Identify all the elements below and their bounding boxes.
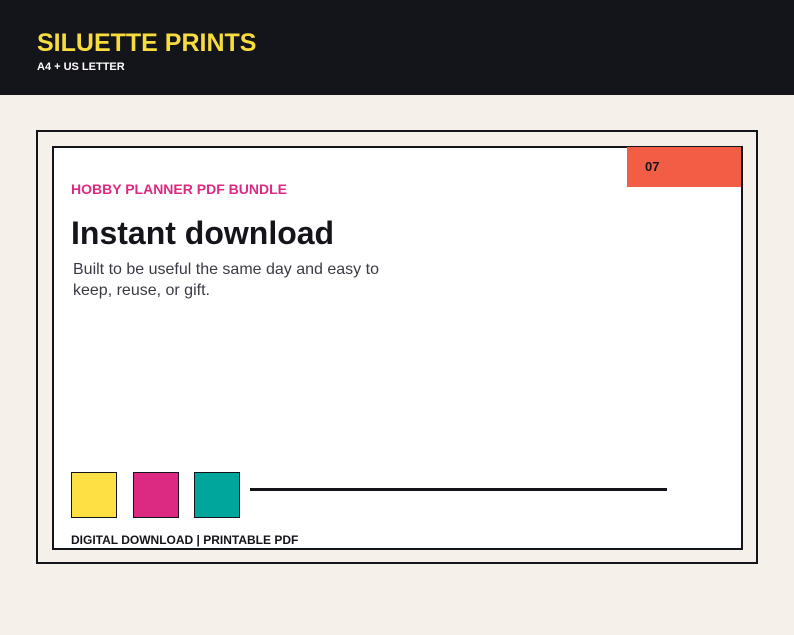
page-number-badge: 07 <box>627 147 741 187</box>
brand-title: SILUETTE PRINTS <box>37 29 257 57</box>
product-eyebrow: HOBBY PLANNER PDF BUNDLE <box>71 181 287 197</box>
description-text: Built to be useful the same day and easy… <box>73 261 379 299</box>
color-swatch-magenta <box>133 472 179 518</box>
color-swatch-teal <box>194 472 240 518</box>
color-swatch-yellow <box>71 472 117 518</box>
format-subtitle: A4 + US LETTER <box>37 61 125 73</box>
header-bar: SILUETTE PRINTS A4 + US LETTER <box>0 0 794 95</box>
footer-label: DIGITAL DOWNLOAD | PRINTABLE PDF <box>71 533 299 547</box>
divider-line <box>250 488 667 491</box>
page-number: 07 <box>645 159 660 174</box>
page-title: Instant download <box>71 215 335 251</box>
